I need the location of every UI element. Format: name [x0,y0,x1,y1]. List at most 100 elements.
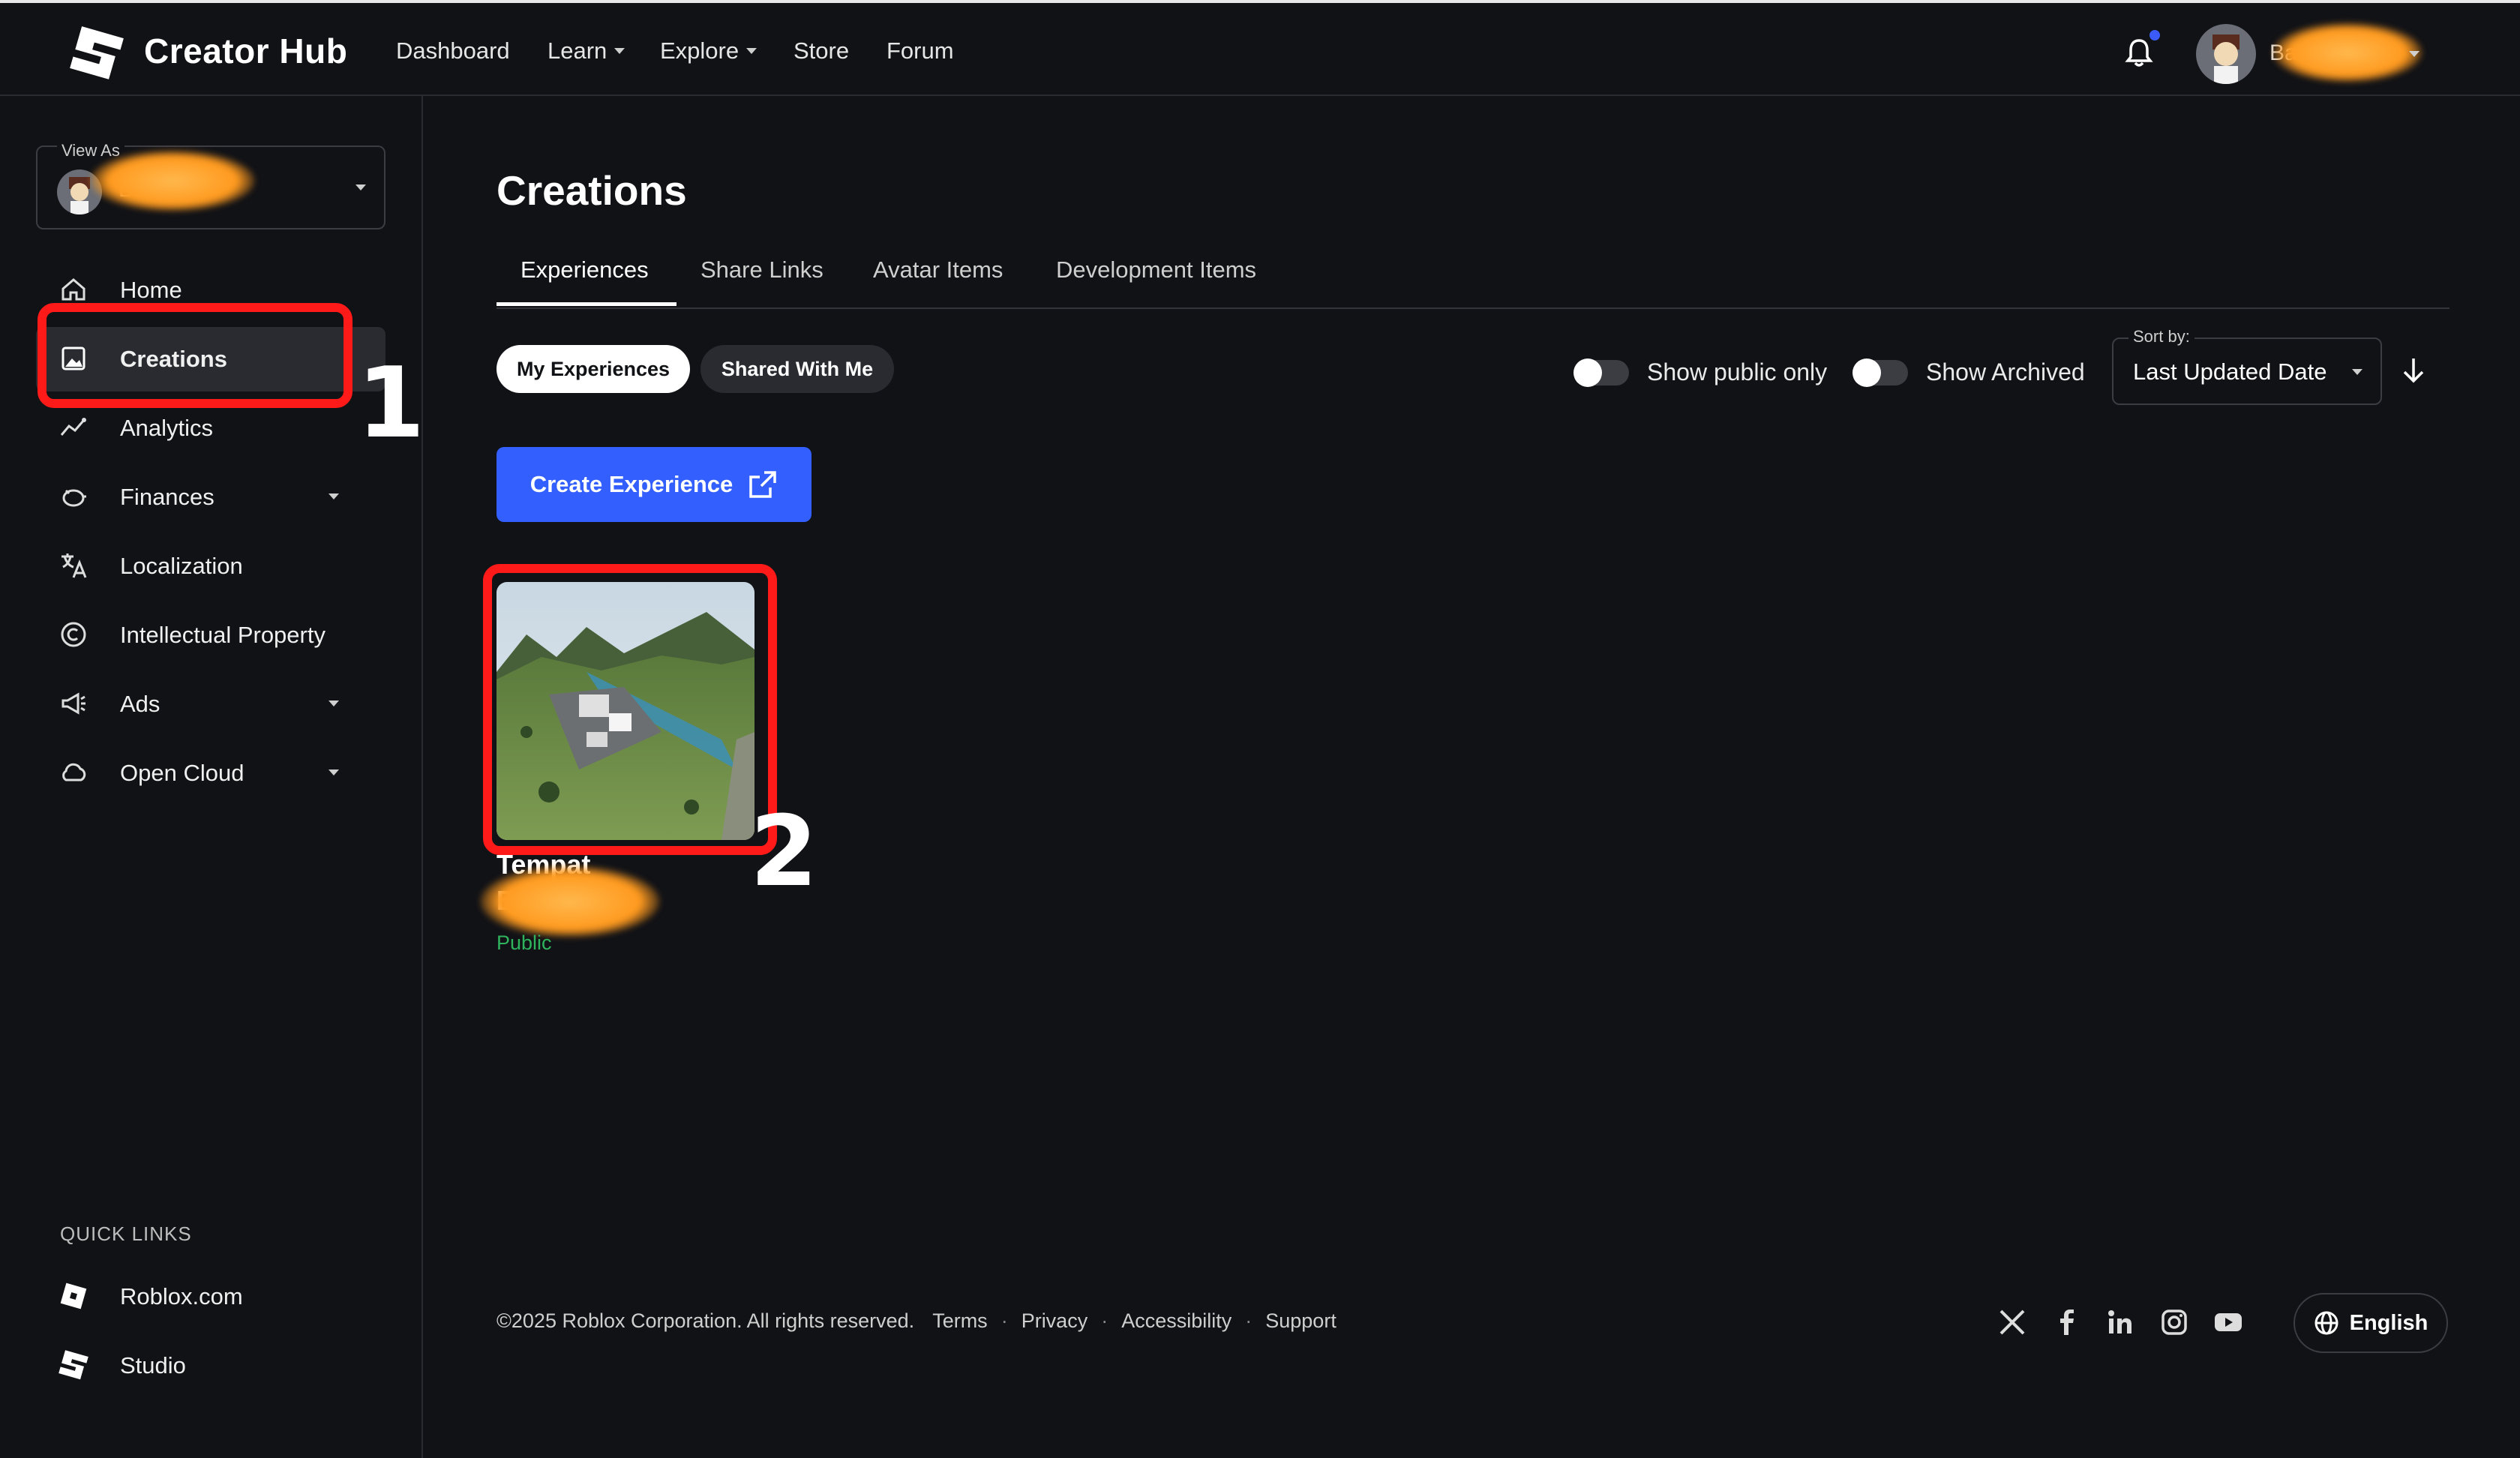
avatar[interactable] [2196,24,2256,84]
sidebar-item-label: Home [120,277,182,303]
nav-store-label: Store [794,38,850,64]
piggy-bank-icon [62,489,86,507]
nav-forum[interactable]: Forum [886,36,954,66]
arrow-down-icon[interactable] [2400,356,2427,386]
sidebar-item-open-cloud[interactable]: Open Cloud [36,741,386,806]
nav-store[interactable]: Store [794,36,849,66]
chevron-down-icon [328,494,339,500]
chevron-down-icon [356,184,366,190]
nav-dashboard[interactable]: Dashboard [396,36,510,66]
annotation-highlight-experience [483,564,777,855]
footer-separator: · [1101,1310,1108,1332]
footer-privacy-link[interactable]: Privacy [1022,1310,1088,1333]
instagram-icon[interactable] [2158,1306,2190,1338]
sidebar-item-finances[interactable]: Finances [36,465,386,530]
redaction-blur [2272,22,2422,82]
chevron-down-icon [328,770,339,776]
redaction-blur [480,866,660,938]
copyright-icon [61,622,86,647]
footer-links: ©2025 Roblox Corporation. All rights res… [496,1310,1336,1333]
sort-select[interactable]: Sort by: Last Updated Date [2112,327,2382,405]
copyright-text: ©2025 Roblox Corporation. All rights res… [496,1310,915,1332]
notification-dot [2150,30,2160,40]
nav-explore-label: Explore [660,38,740,64]
experience-status: Public [496,932,552,954]
creator-hub-page: Creator Hub Dashboard Learn Explore Stor… [0,0,2520,1458]
sidebar-item-ads[interactable]: Ads [36,672,386,736]
toggle-knob [1574,358,1602,387]
sidebar: View As Ba Home Creations Analytics [0,96,423,1458]
redaction-blur [90,150,255,212]
chevron-down-icon[interactable] [2409,51,2420,57]
annotation-number-1: 1 [357,346,425,460]
nav-learn-label: Learn [548,38,608,64]
chevron-down-icon [328,700,339,706]
globe-icon [2314,1311,2338,1335]
sidebar-item-label: Ads [120,691,160,717]
footer-separator: · [1000,1310,1008,1332]
annotation-number-2: 2 [750,794,818,908]
sidebar-item-label: Open Cloud [120,760,244,786]
studio-logo-icon [58,1350,88,1380]
home-icon [62,278,86,301]
quick-link-studio[interactable]: Studio [36,1334,386,1398]
cloud-icon [62,763,86,782]
top-navigation: Creator Hub Dashboard Learn Explore Stor… [0,6,2520,96]
language-selector[interactable]: English [2294,1293,2448,1353]
sidebar-item-label: Localization [120,553,243,579]
toggle-public-only-label: Show public only [1647,358,1828,386]
chevron-down-icon [746,48,758,54]
nav-forum-label: Forum [886,38,954,64]
sidebar-item-label: Finances [120,484,214,510]
tab-development-items[interactable]: Development Items [1056,256,1256,306]
tab-share-links[interactable]: Share Links [700,256,824,306]
footer-support-link[interactable]: Support [1265,1310,1336,1333]
facebook-icon[interactable] [2050,1306,2082,1338]
roblox-logo-icon[interactable] [69,26,124,81]
annotation-highlight-creations [38,303,352,408]
sidebar-item-label: Studio [120,1352,186,1378]
view-as-select[interactable]: View As Ba [36,141,386,230]
sidebar-item-localization[interactable]: Localization [36,534,386,598]
sidebar-item-label: Roblox.com [120,1283,243,1310]
sort-label: Sort by: [2128,327,2194,346]
sidebar-item-intellectual-property[interactable]: Intellectual Property [36,603,386,668]
megaphone-icon [62,692,86,715]
sidebar-item-label: Intellectual Property [120,622,326,648]
nav-learn[interactable]: Learn [548,36,626,66]
linkedin-icon[interactable] [2104,1306,2136,1338]
tab-avatar-items[interactable]: Avatar Items [873,256,1003,306]
tab-experiences[interactable]: Experiences [496,256,676,306]
toggle-public-only[interactable] [1574,358,1629,387]
toggle-knob [1852,358,1881,387]
external-link-icon [749,471,777,498]
nav-explore[interactable]: Explore [660,36,758,66]
create-experience-button[interactable]: Create Experience [496,447,812,522]
quick-link-roblox[interactable]: Roblox.com [36,1264,386,1329]
toggle-archived-label: Show Archived [1926,358,2085,386]
notification-bell-icon[interactable] [2124,36,2154,69]
chevron-down-icon [614,48,626,54]
filter-shared-with-me[interactable]: Shared With Me [700,345,894,393]
brand-title[interactable]: Creator Hub [144,28,347,74]
nav-dashboard-label: Dashboard [396,38,510,64]
sidebar-item-label: Analytics [120,415,214,441]
chevron-down-icon [2352,369,2362,375]
x-twitter-icon[interactable] [1996,1306,2028,1338]
quick-links-heading: QUICK LINKS [60,1222,192,1245]
filter-my-experiences[interactable]: My Experiences [496,345,690,393]
footer-terms-link[interactable]: Terms [932,1310,988,1333]
translate-icon [62,554,87,578]
create-experience-label: Create Experience [530,471,734,497]
view-as-label: View As [57,141,124,160]
footer-accessibility-link[interactable]: Accessibility [1121,1310,1232,1333]
creation-tabs: Experiences Share Links Avatar Items Dev… [496,250,2450,309]
sort-value: Last Updated Date [2133,358,2327,385]
roblox-logo-icon [60,1282,87,1310]
youtube-icon[interactable] [2212,1306,2244,1338]
footer-separator: · [1245,1310,1252,1332]
page-title: Creations [496,167,687,214]
analytics-icon [60,418,86,436]
language-label: English [2349,1310,2428,1335]
toggle-archived[interactable] [1852,358,1908,387]
